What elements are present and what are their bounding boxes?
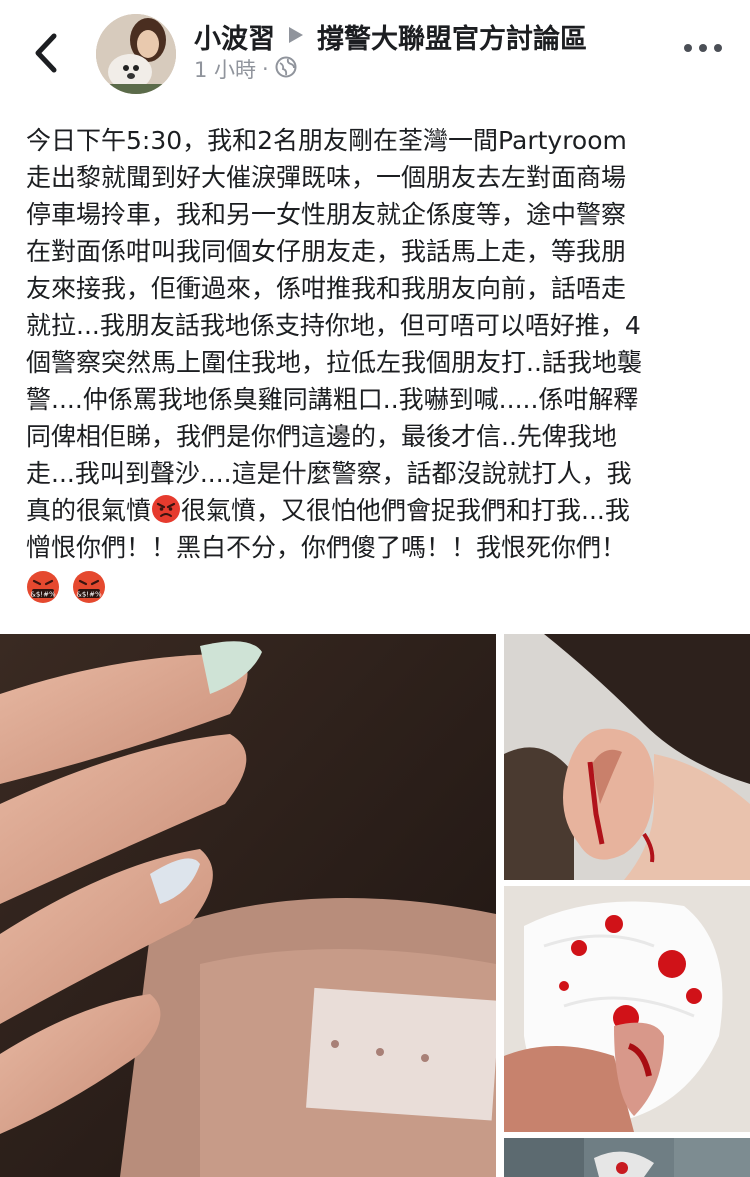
post-text-line: 走...我叫到聲沙....這是什麼警察，話都沒說就打人，我	[26, 459, 632, 488]
post-text-line: 在對面係咁叫我同個女仔朋友走，我話馬上走，等我朋	[26, 237, 627, 266]
cursing-face-emoji-icon: &$!#%	[72, 571, 105, 603]
cursing-face-emoji-icon: &$!#%	[27, 571, 59, 603]
post-body: 今日下午5:30，我和2名朋友剛在荃灣一間Partyroom 走出黎就聞到好大催…	[26, 122, 736, 610]
post-text-line: 今日下午5:30，我和2名朋友剛在荃灣一間Partyroom	[26, 126, 627, 155]
triangle-right-icon	[287, 21, 305, 52]
post-text-line: 就拉...我朋友話我地係支持你地，但可唔可以唔好推，4	[26, 311, 641, 340]
post-title: 小波習 撐警大聯盟官方討論區	[194, 16, 587, 56]
globe-icon	[275, 56, 297, 83]
post-photo-1[interactable]	[0, 634, 496, 1177]
post-text-line: 同俾相佢睇，我們是你們這邊的，最後才信..先俾我地	[26, 422, 617, 451]
post-text-line: 停車場拎車，我和另一女性朋友就企係度等，途中警察	[26, 200, 627, 229]
post-text-line: 個警察突然馬上圍住我地，拉低左我個朋友打..話我地襲	[26, 348, 642, 377]
cursing-symbols: &$!#%	[30, 591, 56, 599]
meta-separator: ·	[262, 57, 269, 81]
post-text-line: 憎恨你們！！黑白不分，你們傻了嗎！！我恨死你們！	[26, 533, 627, 562]
post-photo-4[interactable]	[504, 1138, 750, 1177]
post-text-line: 真的很氣憤 很氣憤，又很怕他們會捉我們和打我...我	[26, 492, 736, 529]
emoji-row: &$!#% &$!#%	[26, 570, 736, 610]
post-text-line: 友來接我，佢衝過來，係咁推我和我朋友向前，話唔走	[26, 274, 627, 303]
avatar[interactable]	[96, 14, 176, 94]
angry-face-emoji-icon	[152, 495, 181, 523]
cursing-symbols: &$!#%	[76, 591, 102, 599]
post-photo-2[interactable]	[504, 634, 750, 880]
author-name[interactable]: 小波習	[194, 17, 275, 56]
post-text-line: 警....仲係罵我地係臭雞同講粗口..我嚇到喊.....係咁解釋	[26, 385, 639, 414]
post-text-segment: 很氣憤，又很怕他們會捉我們和打我...我	[181, 496, 630, 525]
back-arrow-icon[interactable]	[28, 30, 68, 76]
post-text-segment: 真的很氣憤	[26, 496, 152, 525]
post-timestamp[interactable]: 1 小時	[194, 54, 256, 84]
group-name[interactable]: 撐警大聯盟官方討論區	[317, 17, 587, 56]
post-photo-3[interactable]	[504, 886, 750, 1132]
post-text-line: 走出黎就聞到好大催淚彈既味，一個朋友去左對面商場	[26, 163, 627, 192]
more-options-icon[interactable]	[684, 44, 722, 58]
post-meta: 1 小時 ·	[194, 56, 297, 82]
post-header: 小波習 撐警大聯盟官方討論區 1 小時 ·	[0, 0, 750, 110]
